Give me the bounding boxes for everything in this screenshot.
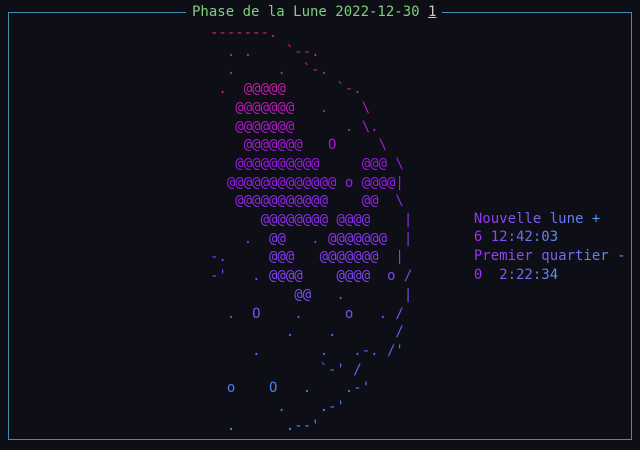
moon-line: . . / — [285, 324, 404, 341]
moon-line: . .-' — [277, 399, 345, 416]
moon-line: @@@@@@@ . \. — [235, 118, 379, 135]
following-phase-time: 0 2:22:34 — [473, 266, 559, 283]
window-title: Phase de la Lune 2022-12-30 1 — [186, 3, 443, 21]
phase-info: Nouvelle lune + 6 12:42:03 Premier quart… — [457, 191, 626, 285]
moon-line: @@@@@@@@@@@@@ o @@@@| — [226, 174, 404, 191]
moon-line: @@@@@@@@@@ @@@ \ — [235, 155, 404, 172]
moon-line: @@@@@@@ O \ — [243, 137, 388, 154]
following-phase-label: Premier quartier - — [473, 248, 626, 265]
title-text: Phase de la Lune 2022-12-30 — [192, 4, 420, 20]
moon-line: -. @@@ @@@@@@@ | — [210, 249, 404, 266]
moon-line: . . `-. — [226, 62, 329, 79]
next-phase-label: Nouvelle lune + — [473, 210, 601, 227]
moon-line: . @@@@@ `-. — [218, 81, 362, 98]
moon-line: @@@@@@@@@@@ @@ \ — [235, 193, 404, 210]
moon-line: o O . .-' — [226, 380, 371, 397]
moon-line: . . .-. /' — [252, 342, 404, 359]
moon-line: -------. — [210, 25, 278, 41]
moon-line: . O . o . / — [226, 305, 404, 322]
moon-ascii-art: -------. . . `--. . . `-. . @@@@@ `-. @@… — [210, 24, 412, 435]
moon-line: @@@@@@@@ @@@@ | — [260, 212, 413, 229]
moon-line: -' . @@@@ @@@@ o / — [210, 268, 413, 285]
moon-line: . . `--. — [226, 43, 320, 60]
moon-line: @@@@@@@ . \ — [235, 99, 371, 116]
moon-line: @@ . | — [294, 286, 413, 303]
page-number: 1 — [428, 4, 437, 20]
next-phase-time: 6 12:42:03 — [473, 229, 559, 246]
moon-line: . @@ . @@@@@@@ | — [243, 230, 413, 247]
moon-line: `-' / — [319, 361, 362, 378]
moon-line: . .--' — [210, 417, 320, 434]
